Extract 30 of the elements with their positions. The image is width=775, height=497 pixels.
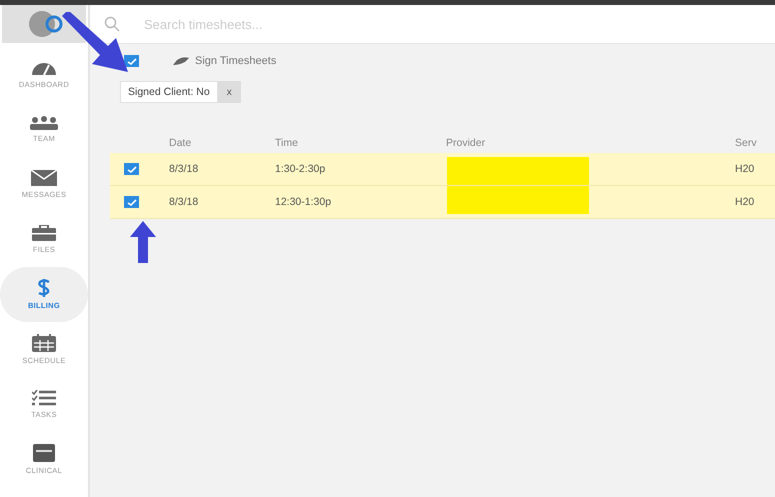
calendar-icon: [32, 334, 56, 352]
people-icon: [30, 116, 58, 130]
time-cell-text: 12:30-1:30p: [275, 196, 332, 208]
gauge-icon: [31, 60, 57, 76]
date-cell-text: 8/3/18: [169, 196, 200, 208]
table-row[interactable]: 8/3/18 1:30-2:30p H20: [110, 153, 775, 186]
sign-timesheets-button[interactable]: Sign Timesheets: [173, 55, 276, 67]
envelope-icon: [31, 170, 57, 186]
service-cell-text: H20: [735, 163, 756, 175]
service-cell-text: H20: [735, 196, 756, 208]
column-header: Date: [169, 137, 192, 149]
briefcase-icon: [32, 225, 56, 241]
tablet-icon: [33, 444, 55, 462]
filter-chip: Signed Client: No: [120, 81, 218, 103]
column-header: Time: [275, 137, 299, 149]
row-checkbox[interactable]: [124, 196, 139, 208]
search-icon: [104, 16, 120, 32]
column-header: Serv: [735, 137, 758, 149]
column-header: Provider: [446, 137, 486, 149]
row-checkbox[interactable]: [124, 163, 139, 175]
select-all-checkbox[interactable]: [124, 55, 139, 67]
checklist-icon: [32, 390, 56, 406]
table-row[interactable]: 8/3/18 12:30-1:30p H20: [110, 186, 775, 219]
remove-filter-button[interactable]: x: [218, 81, 241, 103]
annotation-arrow: [60, 12, 130, 74]
date-cell-text: 8/3/18: [169, 163, 200, 175]
time-cell-text: 1:30-2:30p: [275, 163, 326, 175]
annotation-arrow: [130, 221, 156, 263]
pen-icon: [173, 57, 189, 65]
dollar-icon: [37, 279, 51, 297]
